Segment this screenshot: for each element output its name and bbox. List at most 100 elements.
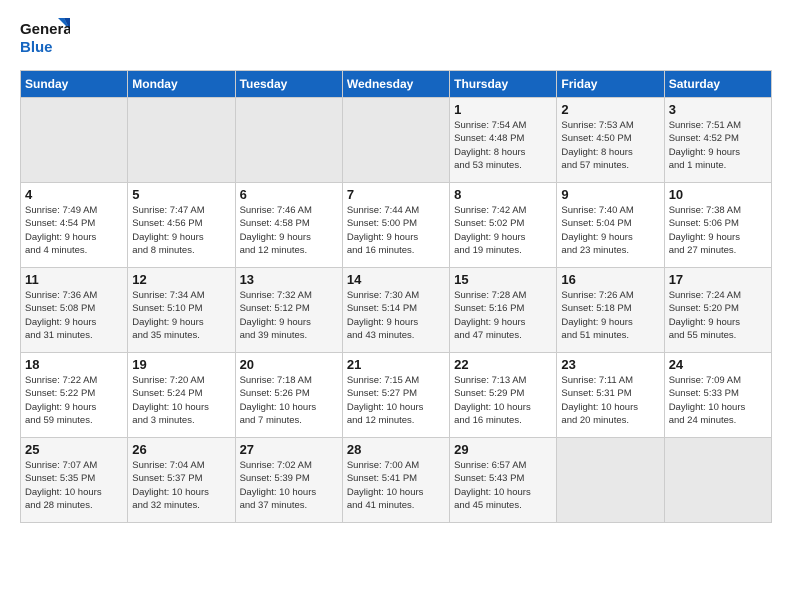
calendar-cell: 6 Sunrise: 7:46 AM Sunset: 4:58 PM Daylig… bbox=[235, 183, 342, 268]
day-number: 13 bbox=[240, 272, 338, 287]
calendar-cell: 28 Sunrise: 7:00 AM Sunset: 5:41 PM Dayli… bbox=[342, 438, 449, 523]
calendar-cell bbox=[21, 98, 128, 183]
calendar-cell: 18Sunrise: 7:22 AM Sunset: 5:22 PM Dayli… bbox=[21, 353, 128, 438]
day-number: 21 bbox=[347, 357, 445, 372]
day-info: Sunrise: 7:00 AM Sunset: 5:41 PM Dayligh… bbox=[347, 459, 445, 512]
calendar-cell: 5 Sunrise: 7:47 AM Sunset: 4:56 PM Daylig… bbox=[128, 183, 235, 268]
calendar-cell bbox=[235, 98, 342, 183]
day-info: Sunrise: 7:40 AM Sunset: 5:04 PM Dayligh… bbox=[561, 204, 659, 257]
svg-text:Blue: Blue bbox=[20, 39, 53, 56]
calendar-cell: 23 Sunrise: 7:11 AM Sunset: 5:31 PM Dayli… bbox=[557, 353, 664, 438]
header-cell-friday: Friday bbox=[557, 71, 664, 98]
day-info: Sunrise: 7:24 AM Sunset: 5:20 PM Dayligh… bbox=[669, 289, 767, 342]
calendar-cell: 22 Sunrise: 7:13 AM Sunset: 5:29 PM Dayli… bbox=[450, 353, 557, 438]
calendar-cell: 27 Sunrise: 7:02 AM Sunset: 5:39 PM Dayli… bbox=[235, 438, 342, 523]
calendar-cell: 25Sunrise: 7:07 AM Sunset: 5:35 PM Dayli… bbox=[21, 438, 128, 523]
day-info: Sunrise: 7:22 AM Sunset: 5:22 PM Dayligh… bbox=[25, 374, 123, 427]
day-number: 10 bbox=[669, 187, 767, 202]
day-number: 8 bbox=[454, 187, 552, 202]
day-number: 5 bbox=[132, 187, 230, 202]
day-number: 6 bbox=[240, 187, 338, 202]
day-number: 20 bbox=[240, 357, 338, 372]
logo-icon: GeneralBlue bbox=[20, 16, 70, 60]
day-info: Sunrise: 7:02 AM Sunset: 5:39 PM Dayligh… bbox=[240, 459, 338, 512]
day-number: 4 bbox=[25, 187, 123, 202]
calendar-cell: 20 Sunrise: 7:18 AM Sunset: 5:26 PM Dayli… bbox=[235, 353, 342, 438]
day-info: Sunrise: 7:54 AM Sunset: 4:48 PM Dayligh… bbox=[454, 119, 552, 172]
day-number: 14 bbox=[347, 272, 445, 287]
day-info: Sunrise: 7:15 AM Sunset: 5:27 PM Dayligh… bbox=[347, 374, 445, 427]
calendar-cell bbox=[342, 98, 449, 183]
day-info: Sunrise: 7:47 AM Sunset: 4:56 PM Dayligh… bbox=[132, 204, 230, 257]
day-info: Sunrise: 7:28 AM Sunset: 5:16 PM Dayligh… bbox=[454, 289, 552, 342]
week-row-1: 1 Sunrise: 7:54 AM Sunset: 4:48 PM Daylig… bbox=[21, 98, 772, 183]
day-number: 12 bbox=[132, 272, 230, 287]
day-info: Sunrise: 7:11 AM Sunset: 5:31 PM Dayligh… bbox=[561, 374, 659, 427]
day-info: Sunrise: 7:51 AM Sunset: 4:52 PM Dayligh… bbox=[669, 119, 767, 172]
day-info: Sunrise: 7:07 AM Sunset: 5:35 PM Dayligh… bbox=[25, 459, 123, 512]
calendar-cell bbox=[557, 438, 664, 523]
calendar-cell: 26 Sunrise: 7:04 AM Sunset: 5:37 PM Dayli… bbox=[128, 438, 235, 523]
calendar-cell: 8 Sunrise: 7:42 AM Sunset: 5:02 PM Daylig… bbox=[450, 183, 557, 268]
calendar-cell: 11 Sunrise: 7:36 AM Sunset: 5:08 PM Dayli… bbox=[21, 268, 128, 353]
calendar-cell: 15 Sunrise: 7:28 AM Sunset: 5:16 PM Dayli… bbox=[450, 268, 557, 353]
day-info: Sunrise: 7:04 AM Sunset: 5:37 PM Dayligh… bbox=[132, 459, 230, 512]
day-number: 2 bbox=[561, 102, 659, 117]
day-number: 7 bbox=[347, 187, 445, 202]
calendar-cell: 2 Sunrise: 7:53 AM Sunset: 4:50 PM Daylig… bbox=[557, 98, 664, 183]
calendar-cell: 17 Sunrise: 7:24 AM Sunset: 5:20 PM Dayli… bbox=[664, 268, 771, 353]
week-row-2: 4 Sunrise: 7:49 AM Sunset: 4:54 PM Daylig… bbox=[21, 183, 772, 268]
day-number: 26 bbox=[132, 442, 230, 457]
header-cell-thursday: Thursday bbox=[450, 71, 557, 98]
calendar-cell: 29Sunrise: 6:57 AM Sunset: 5:43 PM Dayli… bbox=[450, 438, 557, 523]
day-info: Sunrise: 7:36 AM Sunset: 5:08 PM Dayligh… bbox=[25, 289, 123, 342]
day-info: Sunrise: 7:20 AM Sunset: 5:24 PM Dayligh… bbox=[132, 374, 230, 427]
day-number: 28 bbox=[347, 442, 445, 457]
calendar-cell: 9 Sunrise: 7:40 AM Sunset: 5:04 PM Daylig… bbox=[557, 183, 664, 268]
day-number: 17 bbox=[669, 272, 767, 287]
week-row-4: 18Sunrise: 7:22 AM Sunset: 5:22 PM Dayli… bbox=[21, 353, 772, 438]
day-number: 24 bbox=[669, 357, 767, 372]
day-number: 9 bbox=[561, 187, 659, 202]
day-info: Sunrise: 7:09 AM Sunset: 5:33 PM Dayligh… bbox=[669, 374, 767, 427]
day-number: 27 bbox=[240, 442, 338, 457]
day-info: Sunrise: 7:32 AM Sunset: 5:12 PM Dayligh… bbox=[240, 289, 338, 342]
day-number: 1 bbox=[454, 102, 552, 117]
day-number: 11 bbox=[25, 272, 123, 287]
day-info: Sunrise: 6:57 AM Sunset: 5:43 PM Dayligh… bbox=[454, 459, 552, 512]
calendar-cell: 16Sunrise: 7:26 AM Sunset: 5:18 PM Dayli… bbox=[557, 268, 664, 353]
day-info: Sunrise: 7:46 AM Sunset: 4:58 PM Dayligh… bbox=[240, 204, 338, 257]
day-info: Sunrise: 7:18 AM Sunset: 5:26 PM Dayligh… bbox=[240, 374, 338, 427]
calendar-cell: 4 Sunrise: 7:49 AM Sunset: 4:54 PM Daylig… bbox=[21, 183, 128, 268]
day-number: 19 bbox=[132, 357, 230, 372]
svg-text:General: General bbox=[20, 21, 70, 38]
week-row-5: 25Sunrise: 7:07 AM Sunset: 5:35 PM Dayli… bbox=[21, 438, 772, 523]
day-number: 15 bbox=[454, 272, 552, 287]
calendar-cell: 13 Sunrise: 7:32 AM Sunset: 5:12 PM Dayli… bbox=[235, 268, 342, 353]
calendar-header: SundayMondayTuesdayWednesdayThursdayFrid… bbox=[21, 71, 772, 98]
day-info: Sunrise: 7:30 AM Sunset: 5:14 PM Dayligh… bbox=[347, 289, 445, 342]
header-cell-monday: Monday bbox=[128, 71, 235, 98]
calendar-cell: 1 Sunrise: 7:54 AM Sunset: 4:48 PM Daylig… bbox=[450, 98, 557, 183]
calendar-cell: 21 Sunrise: 7:15 AM Sunset: 5:27 PM Dayli… bbox=[342, 353, 449, 438]
logo: GeneralBlue bbox=[20, 16, 70, 60]
calendar-cell bbox=[664, 438, 771, 523]
day-number: 22 bbox=[454, 357, 552, 372]
header-cell-saturday: Saturday bbox=[664, 71, 771, 98]
day-info: Sunrise: 7:49 AM Sunset: 4:54 PM Dayligh… bbox=[25, 204, 123, 257]
page-header: GeneralBlue bbox=[20, 16, 772, 60]
day-number: 3 bbox=[669, 102, 767, 117]
day-info: Sunrise: 7:13 AM Sunset: 5:29 PM Dayligh… bbox=[454, 374, 552, 427]
calendar-cell bbox=[128, 98, 235, 183]
calendar-cell: 19 Sunrise: 7:20 AM Sunset: 5:24 PM Dayli… bbox=[128, 353, 235, 438]
calendar-cell: 24 Sunrise: 7:09 AM Sunset: 5:33 PM Dayli… bbox=[664, 353, 771, 438]
calendar-cell: 12Sunrise: 7:34 AM Sunset: 5:10 PM Dayli… bbox=[128, 268, 235, 353]
header-cell-wednesday: Wednesday bbox=[342, 71, 449, 98]
calendar-cell: 14 Sunrise: 7:30 AM Sunset: 5:14 PM Dayli… bbox=[342, 268, 449, 353]
day-number: 16 bbox=[561, 272, 659, 287]
header-cell-sunday: Sunday bbox=[21, 71, 128, 98]
day-number: 23 bbox=[561, 357, 659, 372]
day-info: Sunrise: 7:53 AM Sunset: 4:50 PM Dayligh… bbox=[561, 119, 659, 172]
header-row: SundayMondayTuesdayWednesdayThursdayFrid… bbox=[21, 71, 772, 98]
day-info: Sunrise: 7:42 AM Sunset: 5:02 PM Dayligh… bbox=[454, 204, 552, 257]
